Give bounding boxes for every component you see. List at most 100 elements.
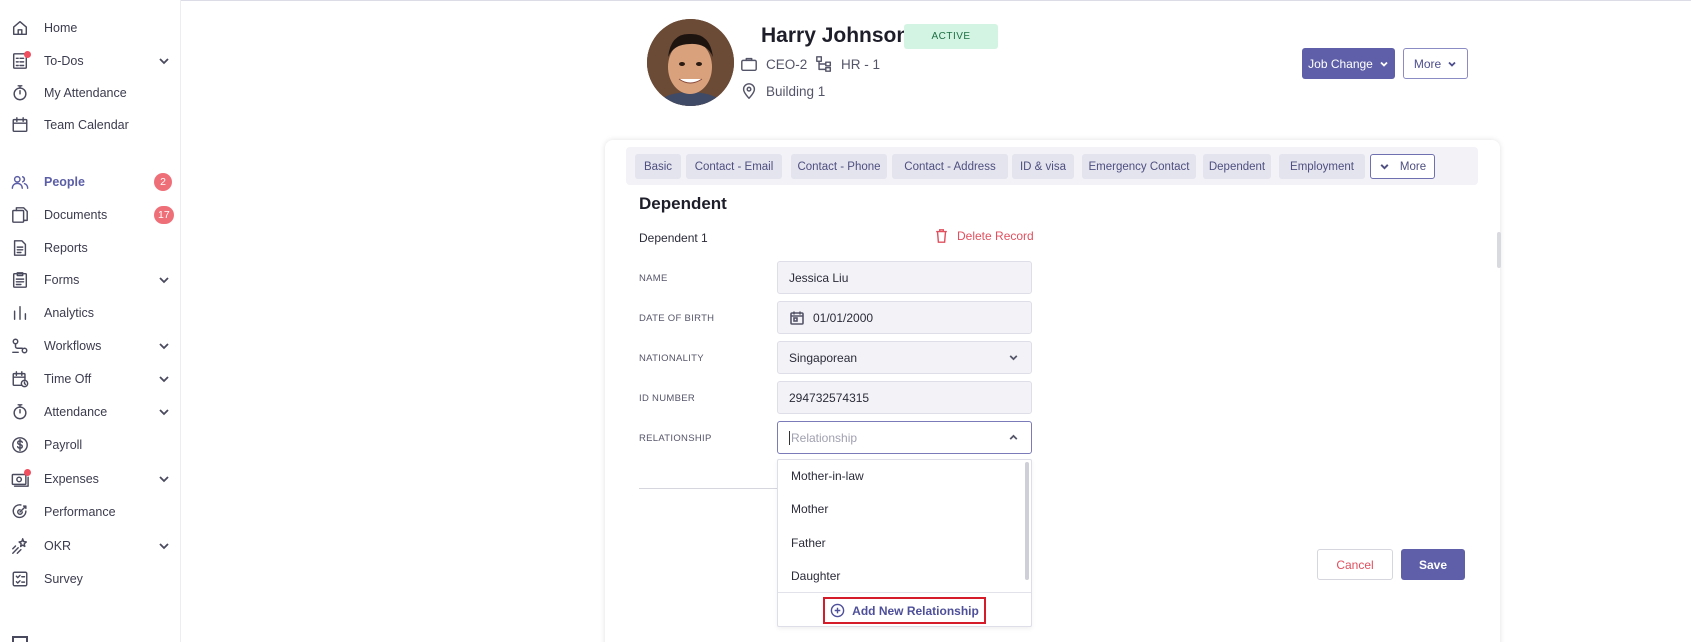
- relationship-option[interactable]: Mother-in-law: [791, 469, 864, 483]
- relationship-placeholder: Relationship: [791, 430, 858, 445]
- department-text: HR - 1: [841, 56, 881, 72]
- chevron-down-icon[interactable]: [157, 339, 171, 353]
- relationship-option[interactable]: Father: [791, 536, 826, 550]
- sidebar-item-label: Survey: [44, 572, 83, 586]
- briefcase-icon: [741, 57, 757, 72]
- sidebar-item-home[interactable]: Home: [0, 13, 181, 43]
- sidebar-item-label: Workflows: [44, 339, 102, 353]
- sidebar-item-payroll[interactable]: Payroll: [0, 430, 181, 460]
- dob-label: DATE OF BIRTH: [639, 313, 715, 324]
- chevron-down-icon[interactable]: [157, 472, 171, 486]
- sidebar-item-performance[interactable]: Performance: [0, 497, 181, 527]
- sidebar-item-people[interactable]: People 2: [0, 167, 181, 197]
- add-new-relationship-button[interactable]: Add New Relationship: [823, 597, 986, 624]
- chevron-down-icon: [1009, 355, 1018, 361]
- delete-record-button[interactable]: Delete Record: [934, 228, 1034, 244]
- nationality-value: Singaporean: [789, 350, 858, 365]
- apps-icon[interactable]: [12, 636, 28, 642]
- tab-emergency-contact[interactable]: Emergency Contact: [1082, 154, 1196, 179]
- save-button[interactable]: Save: [1401, 549, 1465, 580]
- count-badge: 17: [154, 206, 174, 224]
- bar-chart-icon: [10, 303, 30, 323]
- trash-icon: [936, 229, 947, 243]
- okr-icon: [10, 536, 30, 556]
- sidebar-item-label: People: [44, 175, 85, 189]
- sidebar-item-label: Team Calendar: [44, 118, 129, 132]
- stopwatch-icon: [10, 402, 30, 422]
- employee-name: Harry Johnson: [761, 24, 910, 47]
- plus-circle-icon: [830, 603, 845, 618]
- more-button[interactable]: More: [1403, 48, 1468, 79]
- chevron-down-icon[interactable]: [157, 539, 171, 553]
- sidebar-item-survey[interactable]: Survey: [0, 564, 181, 594]
- name-field[interactable]: Jessica Liu: [777, 261, 1032, 294]
- sidebar-item-label: OKR: [44, 539, 72, 553]
- tabs-more-button[interactable]: More: [1370, 154, 1435, 179]
- id-number-value: 294732574315: [789, 390, 870, 405]
- chevron-down-icon: [1448, 61, 1456, 67]
- chevron-down-icon[interactable]: [157, 372, 171, 386]
- sidebar-item-workflows[interactable]: Workflows: [0, 331, 181, 361]
- notification-dot: [24, 469, 31, 476]
- relationship-option[interactable]: Daughter: [791, 569, 840, 583]
- sidebar-item-okr[interactable]: OKR: [0, 531, 181, 561]
- sidebar-item-to-dos[interactable]: To-Dos: [0, 46, 181, 76]
- count-badge: 2: [154, 173, 172, 191]
- todo-list-icon: [10, 51, 31, 71]
- tab-id-visa[interactable]: ID & visa: [1012, 154, 1074, 179]
- tab-basic[interactable]: Basic: [635, 154, 681, 179]
- sidebar-item-expenses[interactable]: Expenses: [0, 464, 181, 494]
- relationship-option[interactable]: Mother: [791, 502, 828, 516]
- tab-contact-email[interactable]: Contact - Email: [686, 154, 782, 179]
- job-change-button[interactable]: Job Change: [1302, 48, 1395, 79]
- position-meta: CEO-2: [740, 55, 807, 73]
- form-divider: [639, 488, 777, 489]
- dob-field[interactable]: 01/01/2000: [777, 301, 1032, 334]
- sidebar-item-reports[interactable]: Reports: [0, 233, 181, 263]
- chevron-down-icon[interactable]: [157, 54, 171, 68]
- sidebar-item-attendance[interactable]: Attendance: [0, 397, 181, 427]
- chevron-down-icon[interactable]: [157, 405, 171, 419]
- chevron-down-icon: [1380, 61, 1388, 67]
- nationality-select[interactable]: Singaporean: [777, 341, 1032, 374]
- tab-contact-address[interactable]: Contact - Address: [892, 154, 1008, 179]
- sidebar-item-label: Reports: [44, 241, 88, 255]
- home-icon: [10, 18, 30, 38]
- top-border: [0, 0, 1691, 3]
- tab-dependent[interactable]: Dependent: [1203, 154, 1271, 179]
- documents-icon: [10, 205, 30, 225]
- location-pin-icon: [742, 83, 756, 99]
- stopwatch-icon: [10, 83, 30, 103]
- relationship-label: RELATIONSHIP: [639, 433, 712, 444]
- sidebar-item-time-off[interactable]: Time Off: [0, 364, 181, 394]
- section-title: Dependent: [639, 194, 727, 213]
- calendar-icon: [790, 311, 804, 325]
- id-number-field[interactable]: 294732574315: [777, 381, 1032, 414]
- card-scrollbar[interactable]: [1497, 232, 1501, 268]
- sidebar-item-label: Forms: [44, 273, 80, 287]
- dropdown-scrollbar[interactable]: [1025, 462, 1029, 580]
- sidebar-item-label: Time Off: [44, 372, 92, 386]
- sidebar-item-team-calendar[interactable]: Team Calendar: [0, 110, 181, 140]
- relationship-dropdown: Mother-in-law Mother Father Daughter Add Ne…: [777, 459, 1032, 627]
- tab-contact-phone[interactable]: Contact - Phone: [791, 154, 887, 179]
- sidebar-item-documents[interactable]: Documents 17: [0, 200, 181, 230]
- sidebar-item-my-attendance[interactable]: My Attendance: [0, 78, 181, 108]
- department-meta: HR - 1: [815, 55, 880, 73]
- calendar-icon: [10, 115, 30, 135]
- position-text: CEO-2: [766, 56, 808, 72]
- dropdown-separator: [778, 592, 1031, 593]
- cancel-button[interactable]: Cancel: [1317, 549, 1393, 580]
- sidebar-item-label: Analytics: [44, 306, 95, 320]
- status-badge: ACTIVE: [904, 24, 998, 49]
- tab-employment[interactable]: Employment: [1279, 154, 1365, 179]
- sidebar-item-label: Documents: [44, 208, 108, 222]
- avatar-photo: [647, 19, 734, 106]
- sidebar-item-forms[interactable]: Forms: [0, 265, 181, 295]
- more-label: More: [1413, 56, 1442, 71]
- form-icon: [10, 270, 30, 290]
- add-new-relationship-label: Add New Relationship: [852, 603, 979, 618]
- chevron-down-icon[interactable]: [157, 273, 171, 287]
- sidebar-item-analytics[interactable]: Analytics: [0, 298, 181, 328]
- relationship-select[interactable]: Relationship: [777, 421, 1032, 454]
